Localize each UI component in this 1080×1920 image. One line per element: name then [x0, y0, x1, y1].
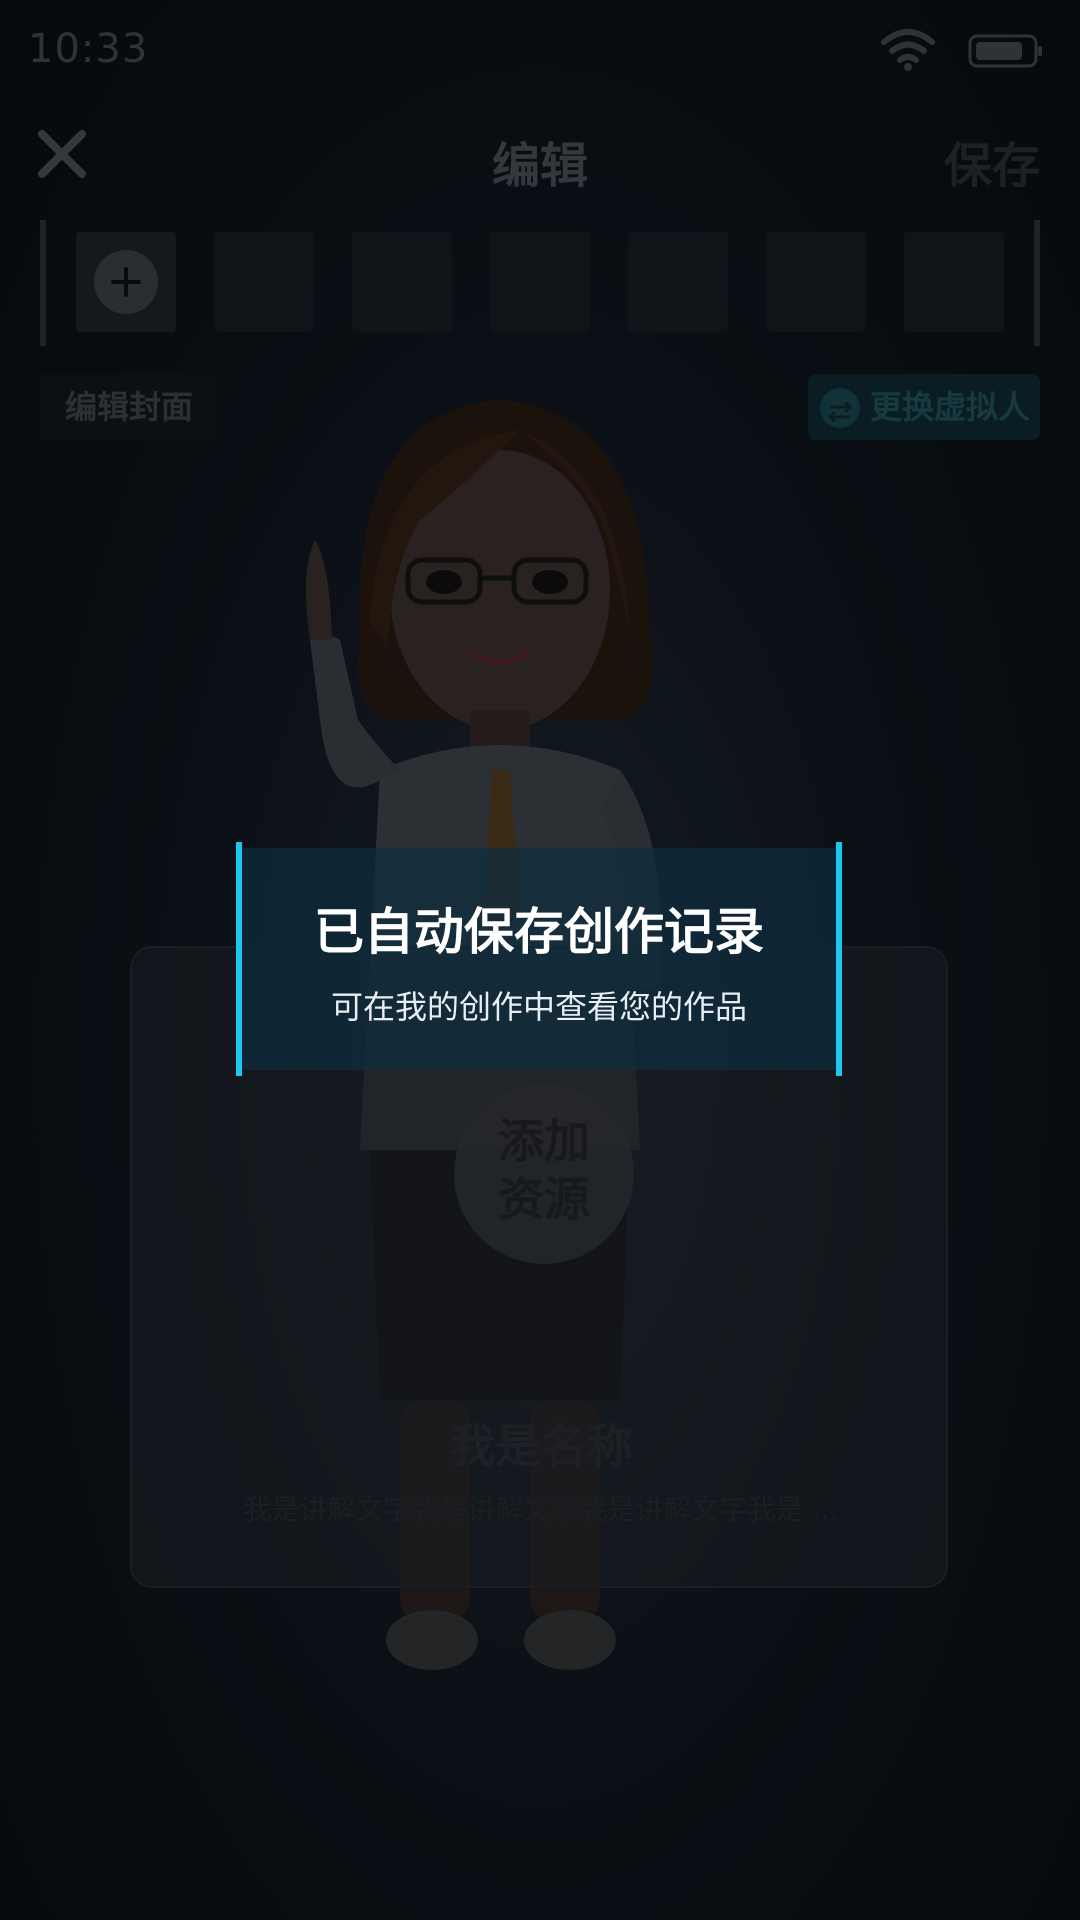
battery-icon [968, 34, 1042, 68]
plus-icon [111, 267, 141, 297]
save-button[interactable]: 保存 [944, 126, 1040, 196]
change-avatar-label: 更换虚拟人 [870, 388, 1031, 426]
autosave-toast: 已自动保存创作记录 可在我的创作中查看您的作品 [236, 842, 842, 1076]
timeline-strip[interactable] [40, 220, 1040, 346]
add-resource-label-line2: 资源 [498, 1172, 590, 1226]
toast-title: 已自动保存创作记录 [314, 903, 764, 961]
timeline-thumbnail[interactable] [352, 232, 452, 332]
add-resource-label-line1: 添加 [498, 1114, 590, 1168]
add-clip-button[interactable] [76, 232, 176, 332]
add-resource-label: 添加 资源 [454, 1112, 634, 1228]
timeline-thumbnail[interactable] [214, 232, 314, 332]
change-avatar-button[interactable]: 更换虚拟人 [808, 374, 1040, 440]
add-resource-button[interactable]: 添加 资源 [454, 1084, 634, 1264]
card-description: 我是讲解文字我是讲解文字我是讲解文字我是 ... [243, 1493, 839, 1526]
card-name: 我是名称 [449, 1419, 633, 1473]
timeline-thumbnail[interactable] [490, 232, 590, 332]
edit-cover-button[interactable]: 编辑封面 [40, 374, 218, 440]
page-title: 编辑 [491, 138, 588, 194]
timeline-thumbnail[interactable] [904, 232, 1004, 332]
status-time: 10:33 [28, 26, 149, 72]
timeline-thumbnail[interactable] [766, 232, 866, 332]
editor-screen: 10:33 编辑 保存 编辑封面 更换虚拟人 添加 资源 我是名称 我是讲解文字… [0, 0, 1080, 1920]
wifi-icon [881, 29, 935, 71]
add-circle [94, 250, 158, 314]
timeline-thumbnail[interactable] [628, 232, 728, 332]
swap-icon [820, 388, 860, 428]
toast-subtitle: 可在我的创作中查看您的作品 [330, 988, 747, 1026]
